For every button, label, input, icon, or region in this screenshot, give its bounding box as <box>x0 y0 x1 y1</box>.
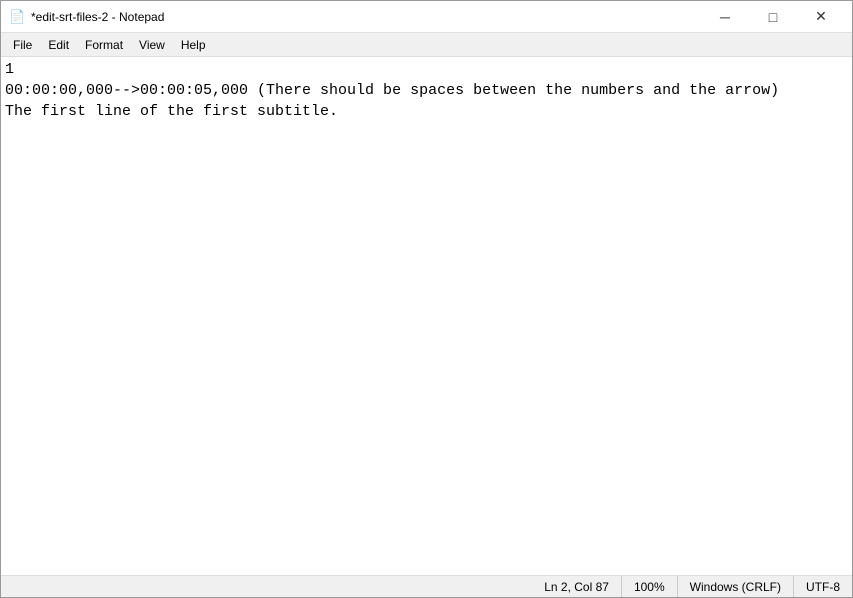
close-button[interactable]: ✕ <box>798 1 844 33</box>
menu-format[interactable]: Format <box>77 36 131 54</box>
editor-area <box>1 57 852 575</box>
status-bar: Ln 2, Col 87 100% Windows (CRLF) UTF-8 <box>1 575 852 597</box>
cursor-position: Ln 2, Col 87 <box>532 576 622 597</box>
line-ending: Windows (CRLF) <box>678 576 794 597</box>
menu-edit[interactable]: Edit <box>40 36 77 54</box>
zoom-level: 100% <box>622 576 678 597</box>
menu-bar: File Edit Format View Help <box>1 33 852 57</box>
encoding: UTF-8 <box>794 576 852 597</box>
window-title: *edit-srt-files-2 - Notepad <box>31 10 164 24</box>
menu-file[interactable]: File <box>5 36 40 54</box>
title-bar-left: 📄 *edit-srt-files-2 - Notepad <box>9 9 164 25</box>
menu-view[interactable]: View <box>131 36 173 54</box>
menu-help[interactable]: Help <box>173 36 214 54</box>
maximize-button[interactable]: □ <box>750 1 796 33</box>
app-icon: 📄 <box>9 9 25 25</box>
title-bar: 📄 *edit-srt-files-2 - Notepad ─ □ ✕ <box>1 1 852 33</box>
title-bar-controls: ─ □ ✕ <box>702 1 844 33</box>
text-editor[interactable] <box>1 57 852 575</box>
notepad-window: 📄 *edit-srt-files-2 - Notepad ─ □ ✕ File… <box>0 0 853 598</box>
minimize-button[interactable]: ─ <box>702 1 748 33</box>
